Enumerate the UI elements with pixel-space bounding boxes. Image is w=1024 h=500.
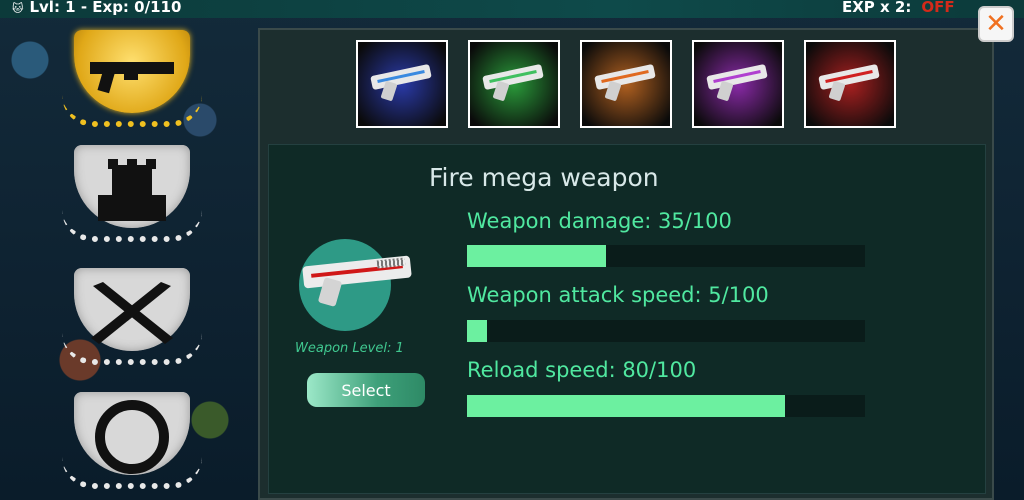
gun-icon (369, 63, 435, 104)
weapon-variant-blue[interactable] (356, 40, 448, 128)
gun-icon (593, 63, 659, 104)
crossed-blades-icon (91, 281, 173, 344)
cat-icon: 🐱 (12, 2, 24, 15)
exp-multiplier-status: OFF (921, 0, 955, 16)
stat-damage-fill (467, 245, 607, 267)
close-button[interactable]: ✕ (978, 6, 1014, 42)
stat-attack-speed-label: Weapon attack speed: 5/100 (467, 283, 769, 307)
weapon-level: Weapon Level: 1 (295, 341, 404, 356)
close-icon: ✕ (985, 9, 1007, 39)
level-text: Lvl: 1 - Exp: 0/110 (29, 0, 182, 16)
sidebar-item-rings[interactable] (62, 384, 202, 489)
weapon-variant-orange[interactable] (580, 40, 672, 128)
weapon-variant-green[interactable] (468, 40, 560, 128)
stat-reload-speed-fill (467, 395, 786, 417)
stat-reload-speed-label: Reload speed: 80/100 (467, 358, 697, 382)
weapon-variant-red[interactable] (804, 40, 896, 128)
weapon-title: Fire mega weapon (429, 163, 659, 192)
exp-multiplier: EXP x 2: OFF (842, 0, 955, 16)
gun-icon (481, 63, 547, 104)
gun-preview-icon (297, 249, 421, 309)
laurel (62, 95, 202, 127)
gun-icon (705, 63, 771, 104)
weapon-detail: Fire mega weapon Weapon Level: 1 Select … (268, 144, 986, 494)
gun-icon (817, 63, 883, 104)
rifle-icon (90, 61, 174, 93)
sidebar-item-melee[interactable] (62, 260, 202, 365)
stat-attack-speed-fill (467, 320, 487, 342)
category-sidebar (40, 22, 250, 500)
tower-icon (98, 158, 166, 221)
stat-damage-bar (467, 245, 865, 267)
sidebar-item-towers[interactable] (62, 137, 202, 242)
weapon-panel: Fire mega weapon Weapon Level: 1 Select … (258, 28, 994, 500)
select-button[interactable]: Select (307, 373, 425, 407)
hud-bar: 🐱 Lvl: 1 - Exp: 0/110 EXP x 2: OFF (0, 0, 1024, 18)
exp-multiplier-label: EXP x 2: (842, 0, 912, 16)
stat-damage-label: Weapon damage: 35/100 (467, 209, 732, 233)
ring-icon (95, 399, 169, 474)
weapon-variant-purple[interactable] (692, 40, 784, 128)
stat-attack-speed-bar (467, 320, 865, 342)
sidebar-item-weapons[interactable] (62, 22, 202, 127)
level-exp: 🐱 Lvl: 1 - Exp: 0/110 (12, 0, 181, 18)
stat-reload-speed-bar (467, 395, 865, 417)
